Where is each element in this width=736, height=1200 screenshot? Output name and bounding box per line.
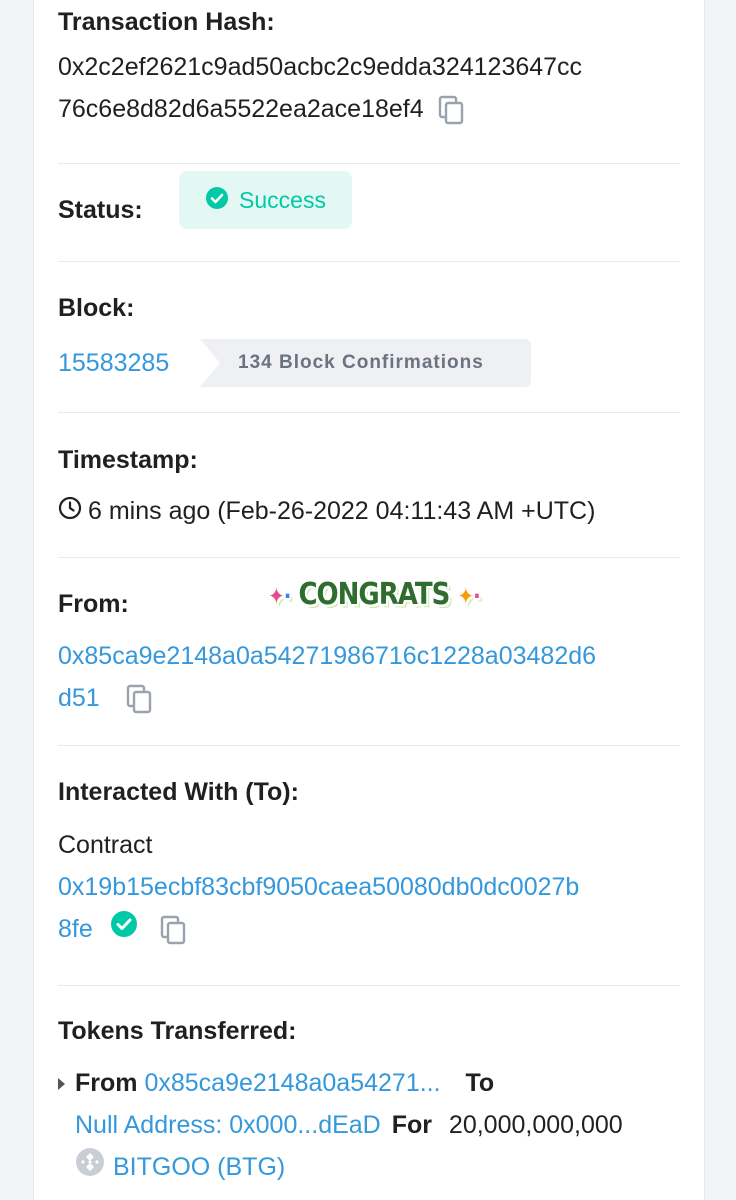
token-from-label: From [75, 1069, 138, 1097]
token-transfer-line1: From 0x85ca9e2148a0a54271... To [58, 1062, 680, 1104]
to-address-line2[interactable]: 8fe [58, 915, 93, 943]
tx-hash-value: 0x2c2ef2621c9ad50acbc2c9edda324123647cc … [58, 46, 680, 130]
token-transfer-entry: From 0x85ca9e2148a0a54271... To Null Add… [58, 1062, 680, 1190]
divider [58, 261, 680, 262]
timestamp-section: Timestamp: 6 mins ago (Feb-26-2022 04:11… [58, 444, 680, 533]
token-for-label: For [391, 1111, 432, 1139]
tokens-section: Tokens Transferred: From 0x85ca9e2148a0a… [58, 1015, 680, 1190]
from-address: 0x85ca9e2148a0a54271986716c1228a03482d6 … [58, 635, 680, 719]
status-section: Status: Success [58, 171, 680, 229]
block-label: Block: [58, 294, 135, 322]
timestamp-label: Timestamp: [58, 446, 198, 474]
confetti-icon: ✦ [268, 582, 285, 610]
tx-hash-line1: 0x2c2ef2621c9ad50acbc2c9edda324123647cc [58, 53, 583, 81]
confetti-icon: · [283, 582, 292, 610]
transaction-details-card: Transaction Hash: 0x2c2ef2621c9ad50acbc2… [33, 0, 705, 1200]
block-row: 15583285 134 Block Confirmations [58, 339, 680, 387]
confetti-icon: · [473, 582, 481, 610]
copy-icon[interactable] [438, 95, 466, 125]
block-number-link[interactable]: 15583285 [58, 349, 169, 377]
token-transfer-line3: BITGOO (BTG) [58, 1146, 680, 1190]
status-label: Status: [58, 196, 143, 224]
token-from-address[interactable]: 0x85ca9e2148a0a54271... [144, 1069, 440, 1097]
copy-icon[interactable] [160, 915, 188, 945]
divider [58, 985, 680, 986]
divider [58, 745, 680, 746]
to-address-line1[interactable]: 0x19b15ecbf83cbf9050caea50080db0dc0027b [58, 873, 579, 901]
clock-icon [58, 491, 82, 533]
token-to-address[interactable]: Null Address: 0x000...dEaD [75, 1111, 381, 1139]
tx-hash-label: Transaction Hash: [58, 8, 275, 36]
token-amount: 20,000,000,000 [448, 1111, 623, 1139]
timestamp-row: 6 mins ago (Feb-26-2022 04:11:43 AM +UTC… [58, 490, 680, 533]
divider [58, 163, 680, 164]
block-confirmations-badge: 134 Block Confirmations [200, 339, 531, 387]
contract-label: Contract [58, 831, 153, 859]
to-address: Contract 0x19b15ecbf83cbf9050caea50080db… [58, 824, 680, 951]
verified-check-icon [110, 909, 138, 951]
divider [58, 557, 680, 558]
expand-caret-icon[interactable] [58, 1078, 65, 1091]
congrats-sticker: ✦· CONGRATS ✦· [268, 577, 481, 613]
token-to-label: To [465, 1069, 495, 1097]
bnb-token-icon [75, 1147, 105, 1190]
status-value: Success [239, 186, 326, 213]
status-badge: Success [179, 171, 352, 229]
from-address-line2[interactable]: d51 [58, 684, 100, 712]
check-circle-icon [205, 186, 229, 215]
to-section: Interacted With (To): Contract 0x19b15ec… [58, 776, 680, 951]
token-name-link[interactable]: BITGOO (BTG) [113, 1153, 285, 1181]
token-transfer-line2: Null Address: 0x000...dEaD For 20,000,00… [58, 1104, 680, 1146]
confetti-icon: ✦ [457, 582, 474, 610]
congrats-text: CONGRATS [298, 577, 450, 613]
from-address-line1[interactable]: 0x85ca9e2148a0a54271986716c1228a03482d6 [58, 642, 596, 670]
tx-hash-section: Transaction Hash: 0x2c2ef2621c9ad50acbc2… [58, 6, 680, 130]
divider [58, 412, 680, 413]
block-section: Block: 15583285 134 Block Confirmations [58, 292, 680, 387]
tokens-label: Tokens Transferred: [58, 1017, 297, 1045]
copy-icon[interactable] [126, 684, 154, 714]
timestamp-value: 6 mins ago (Feb-26-2022 04:11:43 AM +UTC… [88, 497, 596, 525]
tx-hash-line2: 76c6e8d82d6a5522ea2ace18ef4 [58, 95, 424, 123]
to-label: Interacted With (To): [58, 778, 299, 806]
